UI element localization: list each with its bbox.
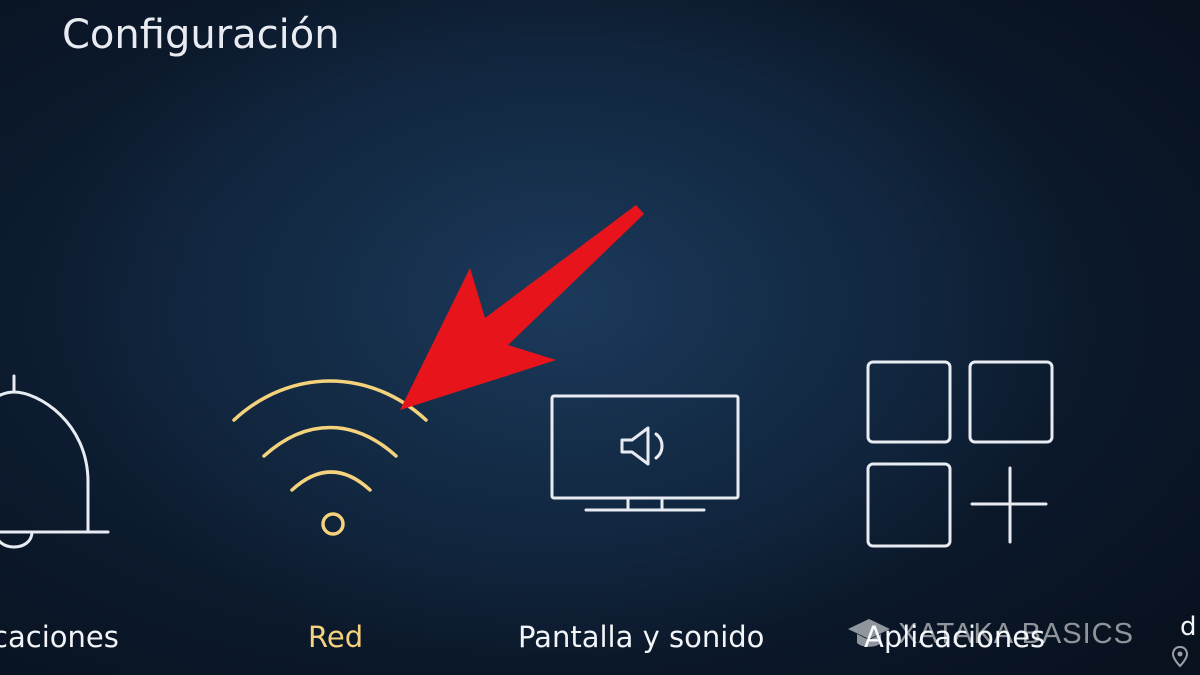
settings-screen: Configuración icaciones Red: [0, 0, 1200, 675]
annotation-arrow-icon: [400, 205, 644, 410]
location-pin-icon: [1172, 646, 1188, 668]
watermark-text: XATAKA BASICS: [898, 617, 1134, 650]
watermark: XATAKA BASICS: [846, 614, 1134, 654]
graduation-cap-icon: [848, 619, 890, 647]
